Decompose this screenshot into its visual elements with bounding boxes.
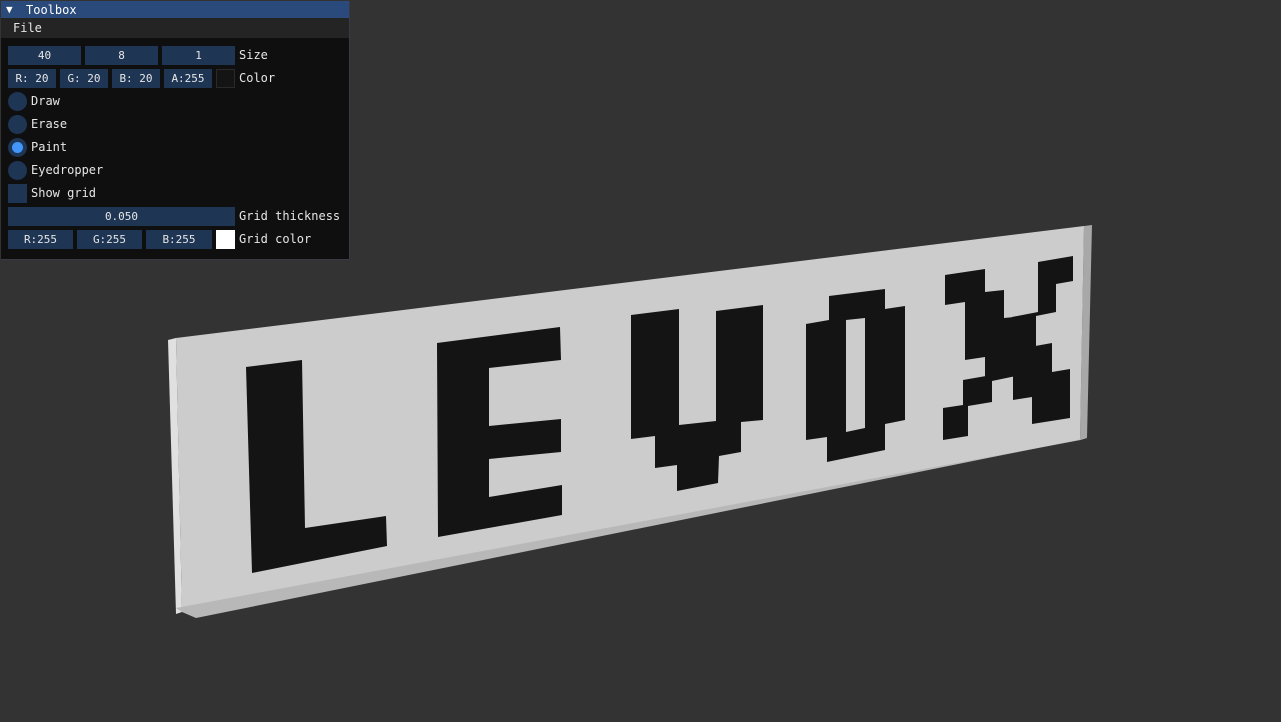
menu-bar: File <box>1 18 349 38</box>
color-swatch[interactable] <box>216 69 235 88</box>
collapse-arrow-icon[interactable]: ▼ <box>6 3 20 16</box>
color-b-input[interactable]: B: 20 <box>112 69 160 88</box>
radio-eyedropper-label[interactable]: Eyedropper <box>31 161 103 180</box>
toolbox-window[interactable]: ▼ Toolbox File 40 8 1 Size R: 20 G: 20 B… <box>1 1 350 260</box>
grid-thickness-label: Grid thickness <box>239 209 341 223</box>
show-grid-checkbox[interactable] <box>8 184 27 203</box>
radio-paint[interactable] <box>8 138 27 157</box>
grid-color-g-input[interactable]: G:255 <box>77 230 142 249</box>
grid-color-b-input[interactable]: B:255 <box>146 230 212 249</box>
color-r-input[interactable]: R: 20 <box>8 69 56 88</box>
grid-color-label: Grid color <box>239 232 312 246</box>
radio-erase-label[interactable]: Erase <box>31 115 67 134</box>
size-label: Size <box>239 48 268 62</box>
radio-erase[interactable] <box>8 115 27 134</box>
radio-paint-label[interactable]: Paint <box>31 138 67 157</box>
letter-e <box>437 327 562 537</box>
grid-thickness-slider[interactable]: 0.050 <box>8 207 235 226</box>
letter-o-hole <box>846 318 865 432</box>
grid-color-r-input[interactable]: R:255 <box>8 230 73 249</box>
size-z-input[interactable]: 1 <box>162 46 235 65</box>
grid-color-swatch[interactable] <box>216 230 235 249</box>
color-a-input[interactable]: A:255 <box>164 69 212 88</box>
color-label: Color <box>239 71 276 85</box>
window-title: Toolbox <box>26 2 77 17</box>
color-g-input[interactable]: G: 20 <box>60 69 108 88</box>
radio-selected-dot <box>12 142 23 153</box>
size-y-input[interactable]: 8 <box>85 46 158 65</box>
radio-eyedropper[interactable] <box>8 161 27 180</box>
radio-draw[interactable] <box>8 92 27 111</box>
size-x-input[interactable]: 40 <box>8 46 81 65</box>
window-titlebar[interactable]: ▼ Toolbox <box>1 1 349 18</box>
show-grid-label[interactable]: Show grid <box>31 184 96 203</box>
menu-file[interactable]: File <box>11 21 44 35</box>
radio-draw-label[interactable]: Draw <box>31 92 60 111</box>
